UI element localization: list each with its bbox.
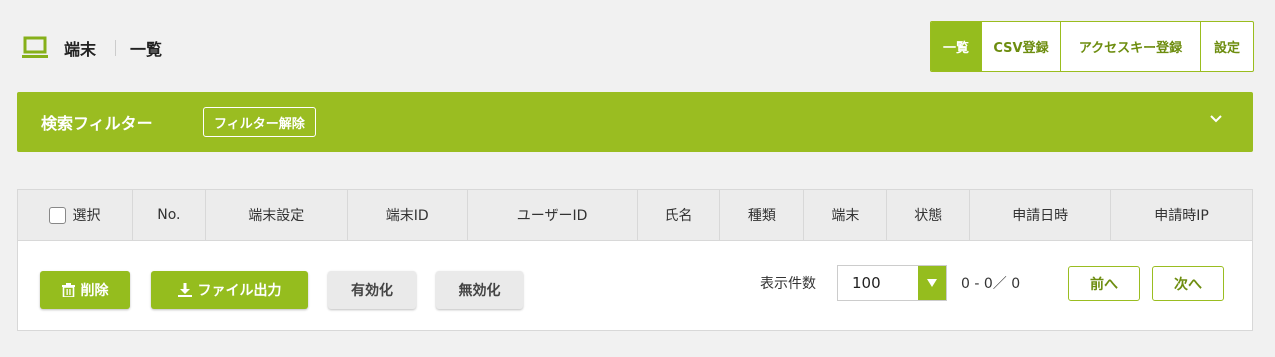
prev-page-button[interactable]: 前へ <box>1068 266 1140 301</box>
column-header[interactable]: 状態 <box>887 190 971 240</box>
column-header[interactable]: 種類 <box>720 190 805 240</box>
table-header: 選択 No. 端末設定 端末ID ユーザーID 氏名 種類 端末 状態 申請日時… <box>18 190 1252 241</box>
next-page-button[interactable]: 次へ <box>1152 266 1224 301</box>
dropdown-arrow-icon[interactable] <box>918 266 946 300</box>
column-header[interactable]: 端末設定 <box>206 190 348 240</box>
per-page-select[interactable]: 100 <box>837 265 947 301</box>
pagination-range: 0 - 0／ 0 <box>961 276 1021 292</box>
enable-button[interactable]: 有効化 <box>328 271 416 309</box>
per-page-label: 表示件数 <box>760 276 816 292</box>
column-header[interactable]: ユーザーID <box>468 190 638 240</box>
disable-button[interactable]: 無効化 <box>436 271 523 309</box>
chevron-down-icon[interactable] <box>1209 112 1223 126</box>
laptop-icon <box>22 36 48 58</box>
select-label: 選択 <box>72 208 101 224</box>
column-header[interactable]: 申請時IP <box>1111 190 1252 240</box>
clear-filter-button[interactable]: フィルター解除 <box>203 107 316 137</box>
breadcrumb-divider <box>115 40 116 56</box>
column-header[interactable]: 氏名 <box>638 190 721 240</box>
download-icon <box>177 283 192 297</box>
tab-csv-register[interactable]: CSV登録 <box>982 22 1061 71</box>
tab-settings[interactable]: 設定 <box>1201 22 1253 71</box>
column-header[interactable]: 端末ID <box>348 190 468 240</box>
column-header[interactable]: 申請日時 <box>970 190 1112 240</box>
delete-button[interactable]: 削除 <box>40 271 130 309</box>
column-header[interactable]: 端末 <box>804 190 888 240</box>
top-tabs: 一覧 CSV登録 アクセスキー登録 設定 <box>930 21 1254 72</box>
select-all-checkbox[interactable] <box>49 206 67 224</box>
breadcrumb-section: 端末 <box>64 40 97 59</box>
file-export-label: ファイル出力 <box>197 283 282 299</box>
filter-title: 検索フィルター <box>41 114 153 133</box>
per-page-value: 100 <box>852 274 881 292</box>
table-panel: 選択 No. 端末設定 端末ID ユーザーID 氏名 種類 端末 状態 申請日時… <box>17 189 1253 331</box>
trash-icon <box>61 283 75 297</box>
select-header[interactable]: 選択 <box>18 190 133 240</box>
search-filter-bar[interactable]: 検索フィルター フィルター解除 <box>17 92 1253 152</box>
column-header[interactable]: No. <box>133 190 206 240</box>
page-title: 一覧 <box>130 40 163 59</box>
file-export-button[interactable]: ファイル出力 <box>151 271 308 309</box>
tab-list[interactable]: 一覧 <box>931 22 982 71</box>
tab-access-key-register[interactable]: アクセスキー登録 <box>1061 22 1201 71</box>
delete-label: 削除 <box>80 283 109 299</box>
